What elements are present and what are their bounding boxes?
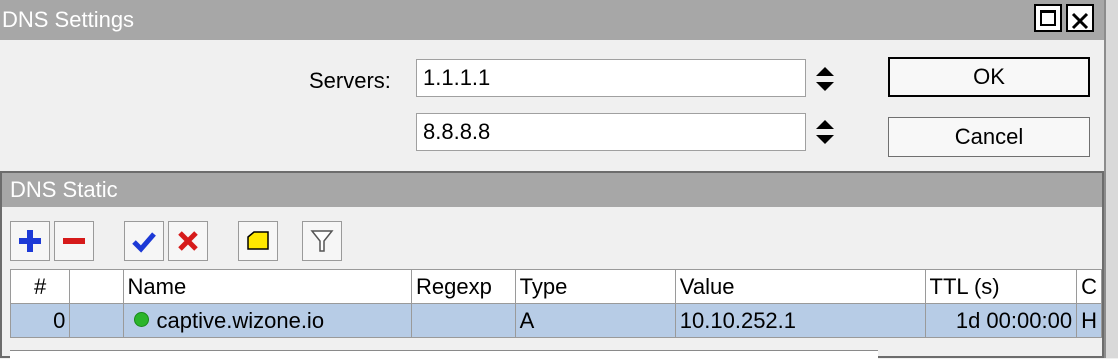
row-name-text: captive.wizone.io [156,307,325,333]
row-name: captive.wizone.io [122,303,413,338]
updown-arrows-icon [816,67,834,91]
x-icon [178,231,198,251]
remove-icon [63,238,85,244]
filter-button[interactable] [302,221,342,261]
server-field-1[interactable]: 1.1.1.1 [416,59,806,97]
maximize-button[interactable] [1034,4,1062,32]
add-icon [19,230,41,252]
column-header[interactable]: Type [514,269,676,304]
dns-static-title: DNS Static [2,173,1102,207]
disable-button[interactable] [168,221,208,261]
add-button[interactable] [10,221,50,261]
column-header[interactable]: C [1076,269,1102,304]
updown-arrows-icon [816,120,834,144]
filter-icon [310,230,334,252]
ok-button[interactable]: OK [888,57,1090,97]
cancel-button[interactable]: Cancel [888,117,1090,157]
dns-static-table: # Name Regexp Type Value TTL (s) C 0 cap… [9,269,1102,338]
server-2-updown[interactable] [814,117,836,147]
column-header[interactable]: # [9,269,71,304]
dns-settings-dialog: Servers: 1.1.1.1 8.8.8.8 OK Cancel [0,40,1104,173]
column-header[interactable]: TTL (s) [924,269,1078,304]
comment-icon [247,231,269,250]
servers-label: Servers: [309,68,391,93]
dns-static-window: DNS Static # Name Regexp Type Value TTL … [0,171,1104,358]
dns-settings-title: DNS Settings [2,7,135,32]
row-value: 10.10.252.1 [674,303,926,338]
row-regexp [411,303,516,338]
server-1-updown[interactable] [814,64,836,94]
remove-button[interactable] [54,221,94,261]
row-extra: H [1076,303,1102,338]
close-icon [1071,12,1089,30]
row-type: A [514,303,676,338]
row-ttl: 1d 00:00:00 [924,303,1078,338]
column-header[interactable]: Regexp [411,269,516,304]
row-number: 0 [9,303,71,338]
dns-settings-titlebar: DNS Settings [0,0,1104,40]
window-edge [1104,0,1118,358]
column-header[interactable] [69,269,124,304]
close-button[interactable] [1066,4,1094,32]
table-header: # Name Regexp Type Value TTL (s) C [9,269,1102,304]
check-icon [132,232,156,253]
column-header[interactable]: Value [674,269,926,304]
row-flag [69,303,124,338]
enable-button[interactable] [124,221,164,261]
status-dot-icon [133,311,149,327]
column-header[interactable]: Name [122,269,413,304]
comment-button[interactable] [238,221,278,261]
server-field-2[interactable]: 8.8.8.8 [416,113,806,151]
table-row[interactable]: 0 captive.wizone.io A 10.10.252.1 1d 00:… [9,303,1102,338]
